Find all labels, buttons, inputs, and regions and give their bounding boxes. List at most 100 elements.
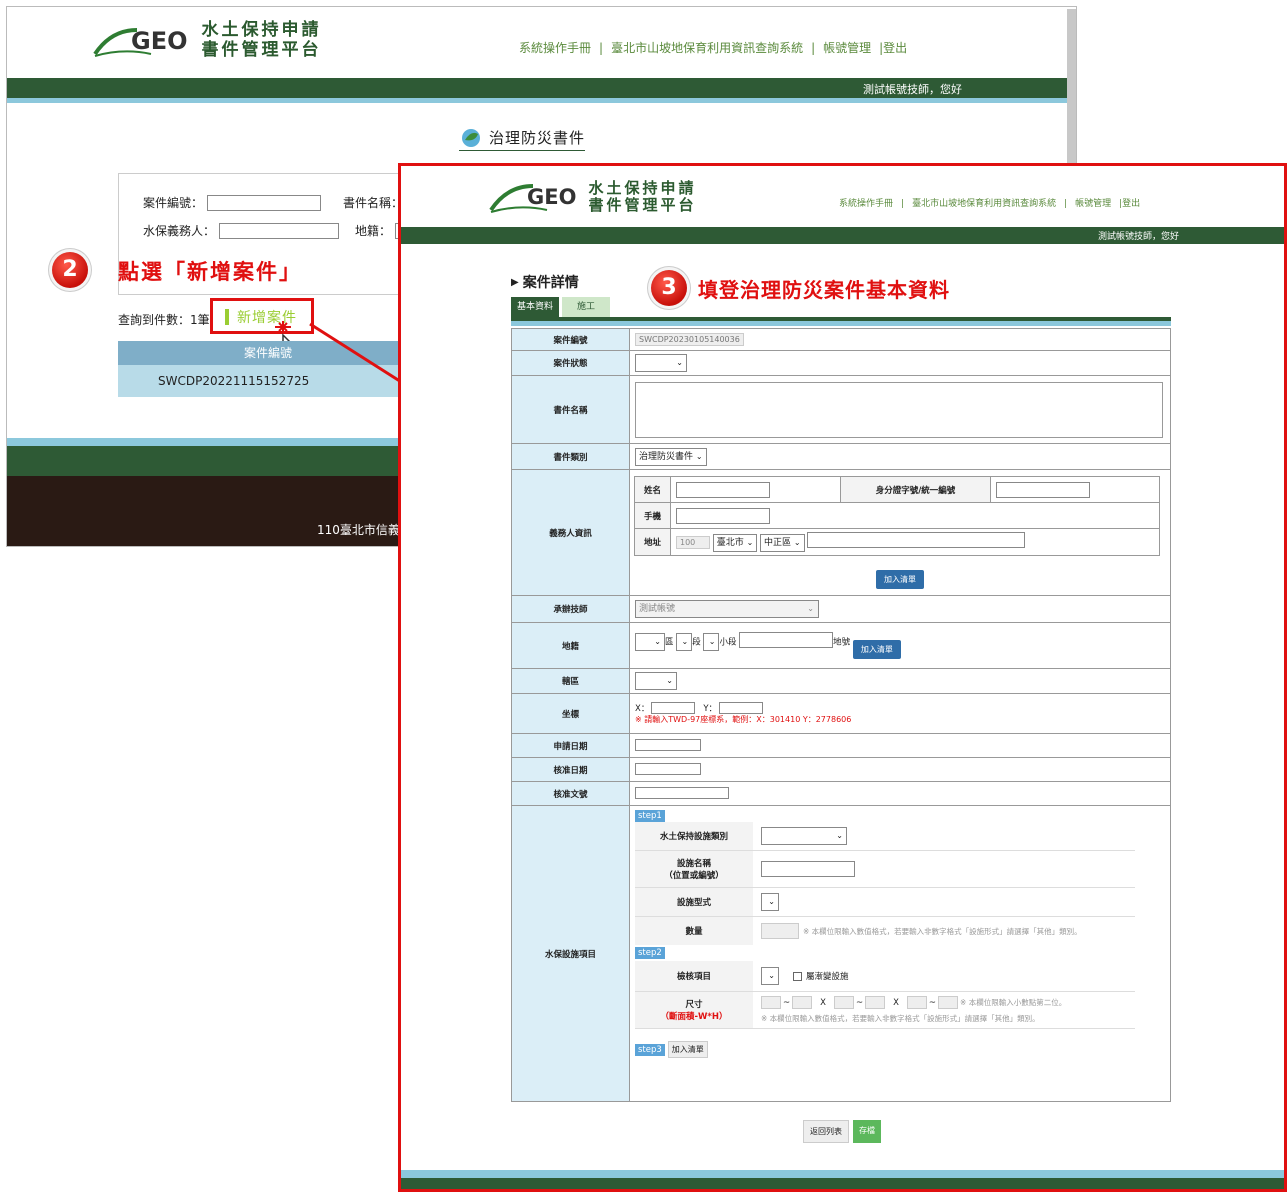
page-title: 治理防災書件 bbox=[459, 127, 586, 151]
times-icon: X bbox=[893, 997, 899, 1008]
nav-sep: | bbox=[811, 41, 816, 55]
greeting: 測試帳號技師，您好 bbox=[863, 83, 962, 96]
size-d-max-input[interactable] bbox=[938, 996, 959, 1009]
case-detail-window: GEO 水土保持申請 書件管理平台 系統操作手冊 | 臺北市山坡地保育利用資訊查詢系… bbox=[398, 163, 1287, 1192]
obligor-label: 義務人資訊 bbox=[511, 469, 630, 596]
section-title: ▶ 案件詳情 bbox=[511, 272, 579, 292]
approve-no-label: 核准文號 bbox=[511, 781, 630, 806]
coord-y-label: Y： bbox=[703, 704, 718, 714]
size-d-min-input[interactable] bbox=[906, 996, 927, 1009]
phone-input[interactable] bbox=[676, 507, 770, 524]
land-dihao-label: 地號 bbox=[833, 637, 851, 648]
tab-accent bbox=[511, 321, 1171, 326]
gradual-checkbox[interactable] bbox=[793, 971, 802, 981]
chevron-down-icon: ⌄ bbox=[768, 897, 775, 906]
case-no-label: 案件編號 bbox=[511, 328, 630, 351]
fac-form-select[interactable]: ⌄ bbox=[761, 893, 779, 911]
coord-y-input[interactable] bbox=[719, 702, 764, 714]
qty-label: 數量 bbox=[635, 917, 753, 945]
coord-note: ※ 請輸入TWD-97座標系，範例：X：301410 Y：2778606 bbox=[635, 715, 852, 724]
nav-logout[interactable]: |登出 bbox=[1119, 199, 1140, 209]
add-obligor-button[interactable]: 加入清單 bbox=[876, 569, 924, 589]
top-nav: 系統操作手冊 | 臺北市山坡地保育利用資訊查詢系統 | 帳號管理 |登出 bbox=[515, 39, 911, 56]
leaf-icon bbox=[462, 128, 480, 147]
tab-construction[interactable]: 施工 bbox=[562, 297, 610, 317]
size-label: 尺寸 bbox=[685, 1000, 703, 1010]
nav-manual[interactable]: 系統操作手冊 bbox=[839, 199, 893, 209]
engineer-select[interactable]: 測試帳號 ⌄ bbox=[635, 600, 819, 618]
district-select[interactable]: 中正區 ⌄ bbox=[760, 533, 805, 552]
times-icon: X bbox=[820, 997, 826, 1008]
triangle-icon: ▶ bbox=[511, 276, 519, 288]
address-input[interactable] bbox=[807, 532, 1026, 549]
nav-account[interactable]: 帳號管理 bbox=[823, 41, 871, 55]
land-number-input[interactable] bbox=[739, 631, 834, 648]
city-value: 臺北市 bbox=[716, 537, 744, 548]
page-title-text: 治理防災書件 bbox=[489, 129, 586, 147]
nav-logout[interactable]: |登出 bbox=[879, 41, 907, 55]
coord-x-input[interactable] bbox=[651, 702, 696, 714]
nav-sep: | bbox=[1064, 199, 1068, 209]
chevron-down-icon: ⌄ bbox=[708, 637, 716, 647]
land-duan-label: 段 bbox=[692, 637, 701, 648]
case-form: 案件編號 SWCDP20230105140036 案件狀態 ⌄ 書件名稱 書件類… bbox=[511, 328, 1171, 1102]
land-duan-select[interactable]: ⌄ bbox=[676, 633, 693, 652]
qty-input[interactable] bbox=[761, 923, 799, 939]
fac-type-select[interactable]: ⌄ bbox=[761, 827, 847, 845]
step2-badge: 2 bbox=[52, 252, 88, 288]
chevron-down-icon: ⌄ bbox=[695, 451, 703, 461]
scrollbar[interactable] bbox=[1067, 9, 1076, 164]
site-logo[interactable]: GEO 水土保持申請 書件管理平台 bbox=[93, 20, 322, 60]
gradual-label: 屬漸變設施 bbox=[806, 972, 849, 982]
header-accent bbox=[7, 98, 1076, 103]
add-land-button[interactable]: 加入清單 bbox=[852, 640, 901, 660]
doc-type-label: 書件類別 bbox=[511, 443, 630, 470]
back-button[interactable]: 返回列表 bbox=[803, 1120, 849, 1143]
doc-type-select[interactable]: 治理防災書件 ⌄ bbox=[635, 447, 707, 466]
site-logo-front[interactable]: GEO 水土保持申請 書件管理平台 bbox=[489, 179, 696, 215]
engineer-label: 承辦技師 bbox=[511, 595, 630, 623]
size-h-min-input[interactable] bbox=[833, 996, 854, 1009]
check-select[interactable]: ⌄ bbox=[761, 967, 779, 985]
nav-account[interactable]: 帳號管理 bbox=[1075, 199, 1111, 209]
apply-date-label: 申請日期 bbox=[511, 733, 630, 758]
fac-type-label: 水土保持設施類別 bbox=[635, 822, 753, 850]
case-no-value: SWCDP20230105140036 bbox=[635, 333, 744, 346]
size-w-min-input[interactable] bbox=[761, 996, 781, 1009]
id-input[interactable] bbox=[996, 481, 1090, 498]
nav-query-system[interactable]: 臺北市山坡地保育利用資訊查詢系統 bbox=[611, 41, 803, 55]
chevron-down-icon: ⌄ bbox=[666, 676, 673, 685]
apply-date-input[interactable] bbox=[635, 738, 701, 751]
footer-bar bbox=[401, 1178, 1284, 1189]
land-qu-select[interactable]: ⌄ bbox=[635, 633, 665, 652]
save-button[interactable]: 存檔 bbox=[853, 1120, 881, 1143]
chevron-down-icon: ⌄ bbox=[676, 358, 683, 367]
status-select[interactable]: ⌄ bbox=[635, 354, 687, 372]
facility-label: 水保設施項目 bbox=[511, 805, 630, 1102]
approve-date-input[interactable] bbox=[635, 762, 701, 775]
step1-tag: step1 bbox=[635, 810, 665, 822]
obligor-label: 水保義務人： bbox=[143, 224, 216, 238]
nav-query-system[interactable]: 臺北市山坡地保育利用資訊查詢系統 bbox=[912, 199, 1056, 209]
land-label: 地籍 bbox=[511, 622, 630, 669]
doc-name-textarea[interactable] bbox=[635, 381, 1163, 438]
size-note2: ※ 本欄位限輸入數值格式，若要輸入非數字格式「設施形式」請選擇「其他」類別。 bbox=[761, 1014, 1040, 1023]
size-h-max-input[interactable] bbox=[865, 996, 886, 1009]
fac-name-input[interactable] bbox=[761, 861, 855, 877]
phone-label: 手機 bbox=[634, 502, 671, 530]
size-w-max-input[interactable] bbox=[792, 996, 813, 1009]
step2-instruction: 點選「新增案件」 bbox=[118, 260, 302, 284]
land-qu-label: 區 bbox=[665, 637, 674, 648]
name-input[interactable] bbox=[676, 481, 770, 498]
logo-geo: GEO bbox=[527, 185, 577, 210]
district2-select[interactable]: ⌄ bbox=[635, 672, 677, 690]
tab-basic[interactable]: 基本資料 bbox=[511, 297, 559, 317]
land-xiaoduan-select[interactable]: ⌄ bbox=[703, 633, 720, 652]
obligor-input[interactable] bbox=[219, 222, 340, 239]
approve-no-input[interactable] bbox=[635, 786, 729, 799]
case-no-input[interactable] bbox=[207, 194, 322, 211]
city-select[interactable]: 臺北市 ⌄ bbox=[712, 533, 758, 552]
step3-add-button[interactable]: 加入清單 bbox=[667, 1041, 708, 1058]
district2-label: 轄區 bbox=[511, 668, 630, 694]
nav-manual[interactable]: 系統操作手冊 bbox=[519, 41, 591, 55]
